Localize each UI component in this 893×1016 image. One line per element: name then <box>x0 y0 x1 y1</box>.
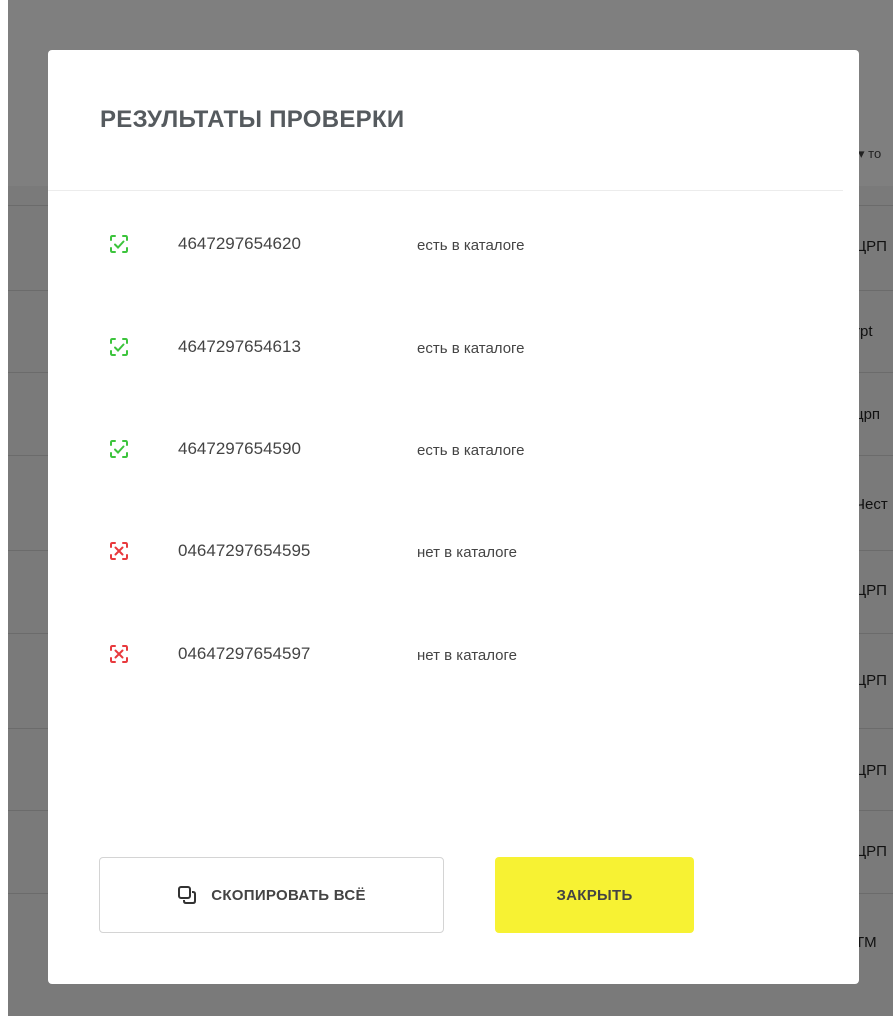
result-status: есть в каталоге <box>417 237 525 254</box>
close-button[interactable]: ЗАКРЫТЬ <box>495 857 694 933</box>
title-divider <box>48 190 843 191</box>
cross-icon <box>110 542 128 560</box>
left-edge-strip <box>0 0 8 1016</box>
result-status: нет в каталоге <box>417 544 517 561</box>
result-item: 4647297654590 есть в каталоге <box>48 438 859 478</box>
dialog-title: РЕЗУЛЬТАТЫ ПРОВЕРКИ <box>100 106 405 133</box>
copy-icon <box>178 886 197 904</box>
copy-all-label: СКОПИРОВАТЬ ВСЁ <box>211 886 366 904</box>
result-code: 4647297654613 <box>178 337 301 356</box>
result-status: есть в каталоге <box>417 340 525 357</box>
result-status: есть в каталоге <box>417 442 525 459</box>
results-dialog: РЕЗУЛЬТАТЫ ПРОВЕРКИ 4647297654620 есть в… <box>48 50 859 984</box>
result-item: 4647297654613 есть в каталоге <box>48 336 859 376</box>
check-icon <box>110 440 128 458</box>
check-icon <box>110 235 128 253</box>
result-code: 04647297654597 <box>178 644 311 663</box>
check-icon <box>110 338 128 356</box>
result-code: 4647297654590 <box>178 439 301 458</box>
result-code: 04647297654595 <box>178 541 311 560</box>
copy-all-button[interactable]: СКОПИРОВАТЬ ВСЁ <box>99 857 444 933</box>
result-item: 04647297654595 нет в каталоге <box>48 540 859 580</box>
result-code: 4647297654620 <box>178 234 301 253</box>
result-item: 4647297654620 есть в каталоге <box>48 233 859 273</box>
cross-icon <box>110 645 128 663</box>
result-status: нет в каталоге <box>417 647 517 664</box>
result-item: 04647297654597 нет в каталоге <box>48 643 859 683</box>
close-label: ЗАКРЫТЬ <box>556 886 633 904</box>
